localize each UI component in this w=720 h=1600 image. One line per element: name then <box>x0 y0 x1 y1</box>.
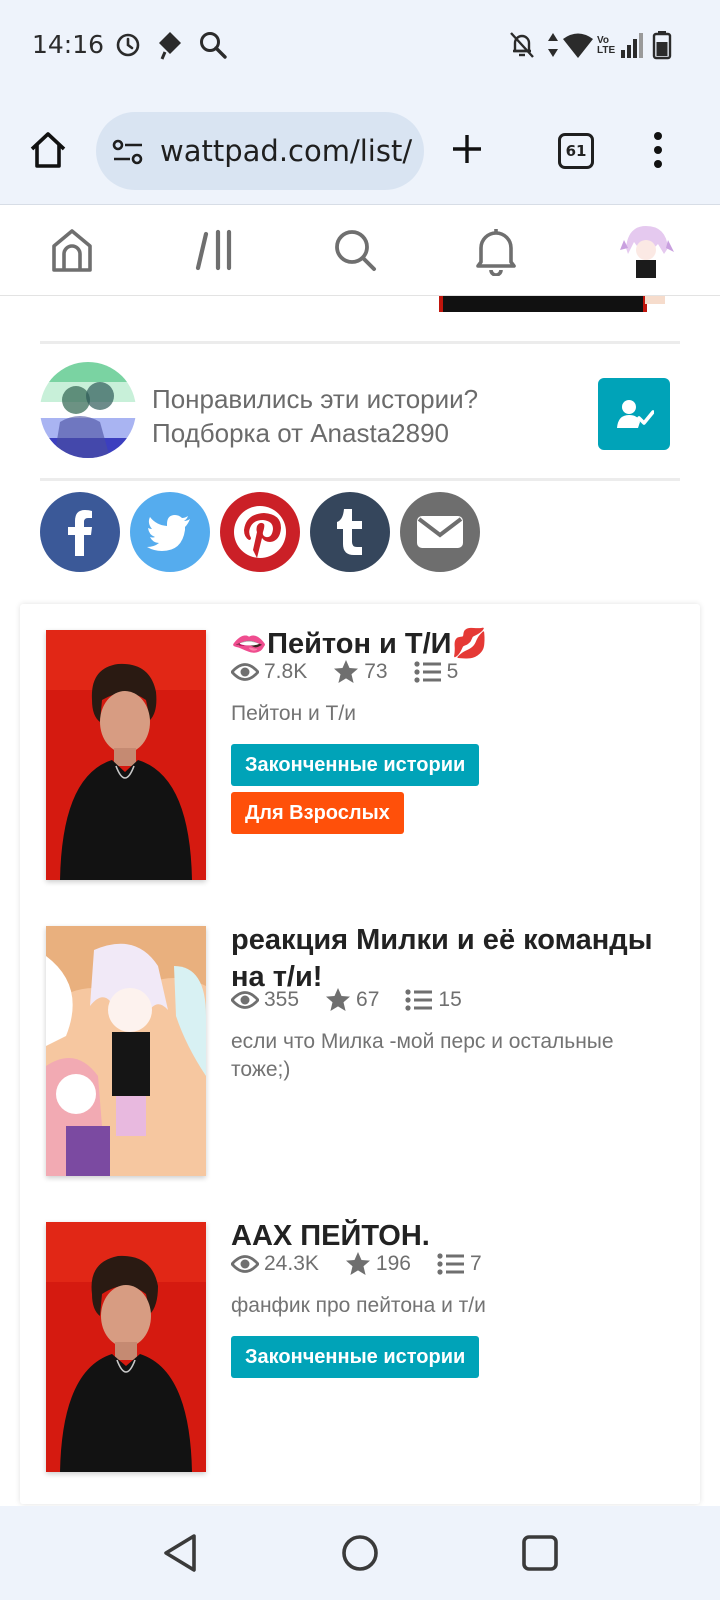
reads-stat: 24.3K <box>231 1252 319 1276</box>
divider <box>40 478 680 481</box>
facebook-icon <box>68 510 92 556</box>
story-stats: 355 67 15 <box>231 986 488 1014</box>
data-arrows-icon <box>548 33 558 57</box>
home-icon[interactable] <box>50 226 94 274</box>
tag-completed[interactable]: Законченные истории <box>231 1336 480 1378</box>
story-cover[interactable] <box>46 1222 206 1472</box>
parts-stat: 5 <box>413 660 459 684</box>
votes-stat: 196 <box>345 1251 411 1277</box>
tumblr-icon <box>337 509 362 555</box>
search-icon <box>200 32 227 59</box>
status-bar: 14:16 Vo LTE <box>0 0 720 100</box>
search-icon[interactable] <box>332 226 378 274</box>
list-icon <box>405 989 433 1011</box>
system-navigation-bar <box>0 1506 720 1600</box>
tag-mature[interactable]: Для Взрослых <box>231 792 404 834</box>
votes-stat: 73 <box>333 659 388 685</box>
tag-completed[interactable]: Законченные истории <box>231 744 480 786</box>
profile-avatar[interactable] <box>616 220 676 280</box>
signal-icon <box>621 33 643 58</box>
star-icon <box>326 988 351 1011</box>
site-settings-icon[interactable] <box>112 138 144 166</box>
story-title[interactable]: реакция Милки и её команды на т/и! <box>231 922 671 996</box>
recents-icon[interactable] <box>520 1532 560 1574</box>
wattpad-nav <box>0 206 720 296</box>
story-stats: 7.8K 73 5 <box>231 658 484 686</box>
previous-story-cover <box>439 296 647 312</box>
share-email-button[interactable] <box>400 492 480 572</box>
alarm-icon <box>116 33 140 57</box>
share-facebook-button[interactable] <box>40 492 120 572</box>
home-icon[interactable] <box>28 130 68 170</box>
eye-icon <box>231 1255 259 1273</box>
browser-toolbar: wattpad.com/list/ 61 <box>0 100 720 205</box>
back-icon[interactable] <box>160 1532 200 1574</box>
eye-icon <box>231 991 259 1009</box>
star-icon <box>334 660 359 683</box>
share-buttons <box>40 492 500 572</box>
status-time: 14:16 <box>32 30 105 59</box>
divider <box>40 341 680 344</box>
parts-count: 5 <box>446 660 459 683</box>
votes-count: 67 <box>356 988 380 1011</box>
story-item[interactable]: ААХ ПЕЙТОН. 24.3K 196 7 фанфик про пейто… <box>20 1196 700 1472</box>
url-text[interactable]: wattpad.com/list/ <box>160 134 412 168</box>
wifi-icon <box>563 33 593 58</box>
story-stats: 24.3K 196 7 <box>231 1250 508 1278</box>
parts-count: 15 <box>438 988 462 1011</box>
votes-stat: 67 <box>325 987 379 1013</box>
share-tumblr-button[interactable] <box>310 492 390 572</box>
location-diamond-icon <box>159 32 181 60</box>
battery-icon <box>652 31 672 60</box>
reads-stat: 7.8K <box>231 660 307 684</box>
reads-count: 7.8K <box>264 660 308 683</box>
list-curator: Понравились эти истории? Подборка от Ana… <box>40 360 680 460</box>
notifications-icon[interactable] <box>474 226 518 276</box>
curator-question: Понравились эти истории? <box>152 384 479 414</box>
follow-curator-button[interactable] <box>598 378 670 450</box>
story-cover[interactable] <box>46 926 206 1176</box>
story-description: Пейтон и Т/и <box>231 702 356 725</box>
library-icon[interactable] <box>194 226 238 274</box>
reads-count: 355 <box>264 988 300 1011</box>
curator-byline[interactable]: Подборка от Anasta2890 <box>152 416 478 450</box>
curator-text: Понравились эти истории? Подборка от Ana… <box>152 382 478 450</box>
reads-stat: 355 <box>231 988 299 1012</box>
more-menu-icon[interactable] <box>652 130 664 170</box>
twitter-icon <box>147 515 190 551</box>
eye-icon <box>231 663 259 681</box>
share-pinterest-button[interactable] <box>220 492 300 572</box>
list-icon <box>413 661 441 683</box>
previous-story-cover-edge <box>645 296 665 304</box>
new-tab-icon[interactable] <box>450 132 484 166</box>
parts-stat: 7 <box>437 1252 482 1276</box>
story-cover[interactable] <box>46 630 206 880</box>
votes-count: 73 <box>364 660 388 683</box>
parts-stat: 15 <box>405 988 462 1012</box>
home-button-icon[interactable] <box>340 1532 380 1574</box>
list-icon <box>437 1253 464 1275</box>
curator-avatar[interactable] <box>40 362 136 458</box>
tabs-icon[interactable]: 61 <box>558 133 594 169</box>
story-item[interactable]: 🫦Пейтон и Т/И💋 7.8K 73 5 Пейтон и Т/и За… <box>20 604 700 880</box>
pinterest-icon <box>234 506 286 558</box>
parts-count: 7 <box>469 1252 482 1275</box>
address-bar[interactable]: wattpad.com/list/ <box>96 112 424 190</box>
email-icon <box>417 516 463 548</box>
votes-count: 196 <box>375 1252 411 1275</box>
story-item[interactable]: реакция Милки и её команды на т/и! 355 6… <box>20 900 700 1176</box>
volte-icon: Vo LTE <box>597 35 616 56</box>
share-twitter-button[interactable] <box>130 492 210 572</box>
follow-user-icon <box>617 400 654 428</box>
mute-notifications-icon <box>510 32 534 58</box>
story-list: 🫦Пейтон и Т/И💋 7.8K 73 5 Пейтон и Т/и За… <box>20 604 700 1504</box>
star-icon <box>345 1252 370 1275</box>
story-description: если что Милка -мой перс и остальные тож… <box>231 1030 614 1081</box>
reads-count: 24.3K <box>264 1252 319 1275</box>
story-description: фанфик про пейтона и т/и <box>231 1294 486 1317</box>
